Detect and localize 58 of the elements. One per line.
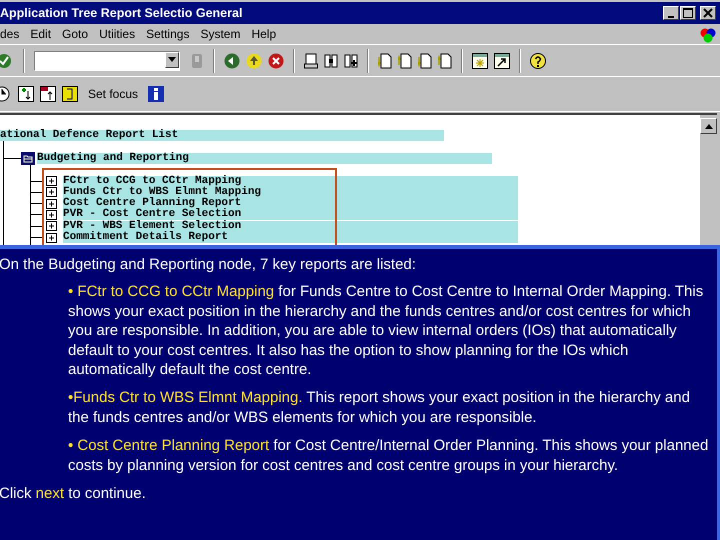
menu-item[interactable]: System	[200, 27, 240, 41]
close-button[interactable]	[700, 6, 716, 20]
bracket-icon[interactable]	[62, 86, 78, 102]
intro-text: On the Budgeting and Reporting node, 7 key reports are listed:	[0, 255, 417, 274]
tree-node[interactable]: Funds Ctr to WBS Elmnt Mapping	[63, 186, 518, 198]
clock-check-icon[interactable]	[0, 86, 12, 102]
plus-box-icon[interactable]	[46, 232, 57, 243]
menu-item[interactable]: Goto	[62, 27, 88, 41]
scrollbar[interactable]	[699, 115, 717, 247]
bullet-paragraph: • FCtr to CCG to CCtr Mapping for Funds Centre to Cost Centre to Internal Order Mapping. This shows your exact position in the hierarchy and the funds centres and/or cost centres for which you are responsible. In addition, you are able to view internal orders (IOs) that automatically default to your cost centres. It also has the option to show planning for the IOs which automatically default the cost centre.	[68, 282, 704, 380]
up-arrow-icon	[704, 124, 712, 128]
new-window-icon[interactable]	[472, 52, 488, 68]
plus-box-icon[interactable]	[46, 176, 57, 186]
check-icon[interactable]	[0, 52, 14, 68]
page-arrow-icon[interactable]	[418, 52, 432, 68]
minimize-icon	[668, 16, 674, 18]
page-arrow-icon[interactable]	[438, 52, 452, 68]
shortcut-icon[interactable]	[494, 52, 510, 68]
page-arrow-icon[interactable]	[378, 52, 392, 68]
set-focus-button[interactable]: Set focus	[88, 87, 138, 101]
open-folder-icon[interactable]	[21, 152, 35, 166]
colored-circles-icon	[700, 27, 716, 43]
dropdown-arrow-icon[interactable]	[168, 57, 176, 62]
scroll-up-button[interactable]	[700, 118, 717, 134]
tree-node[interactable]: PVR - WBS Element Selection	[63, 220, 518, 232]
cancel-icon[interactable]	[268, 52, 284, 68]
tree-node[interactable]: PVR - Cost Centre Selection	[63, 209, 518, 220]
tree-node[interactable]: FCtr to CCG to CCtr Mapping	[63, 176, 518, 187]
bullet-paragraph: • Cost Centre Planning Report for Cost Centre/Internal Order Planning. This shows your planned costs by planning version for cost centres and cost centre groups in your hierarchy.	[68, 436, 710, 476]
menu-item[interactable]: des	[0, 27, 20, 41]
menu-item[interactable]: Help	[251, 27, 276, 41]
help-icon[interactable]	[530, 52, 546, 68]
close-icon	[703, 8, 713, 18]
page-arrow-icon[interactable]	[398, 52, 412, 68]
plus-box-icon[interactable]	[46, 198, 57, 209]
tree-node[interactable]: Cost Centre Planning Report	[63, 198, 518, 210]
plus-box-icon[interactable]	[46, 221, 57, 232]
tree-node[interactable]: Budgeting and Reporting	[37, 153, 492, 164]
tree-root[interactable]: ational Defence Report List	[0, 130, 444, 142]
plus-box-icon[interactable]	[46, 187, 57, 198]
minimize-button[interactable]	[663, 6, 679, 20]
info-icon[interactable]	[148, 86, 164, 102]
binoculars-plus-icon[interactable]	[344, 52, 358, 68]
command-field[interactable]	[34, 50, 180, 70]
back-icon[interactable]	[224, 52, 240, 68]
tree-node[interactable]: Commitment Details Report	[63, 232, 518, 244]
print-icon[interactable]	[304, 52, 318, 68]
menu-item[interactable]: Utiities	[99, 27, 136, 41]
binoculars-icon[interactable]	[324, 52, 338, 68]
maximize-button[interactable]	[680, 6, 696, 20]
plus-box-icon[interactable]	[46, 210, 57, 220]
window-title: Application Tree Report Selectio General	[0, 6, 242, 20]
menu-item[interactable]: Settings	[146, 27, 190, 41]
menu-item[interactable]: Edit	[30, 27, 52, 41]
exit-icon[interactable]	[246, 52, 262, 68]
continue-text: Click next to continue.	[0, 484, 147, 504]
bullet-paragraph: •Funds Ctr to WBS Elmnt Mapping. This report shows your exact position in the hierarchy and the funds centres and/or WBS elements for which you are responsible.	[68, 388, 691, 428]
maximize-icon	[683, 8, 693, 18]
